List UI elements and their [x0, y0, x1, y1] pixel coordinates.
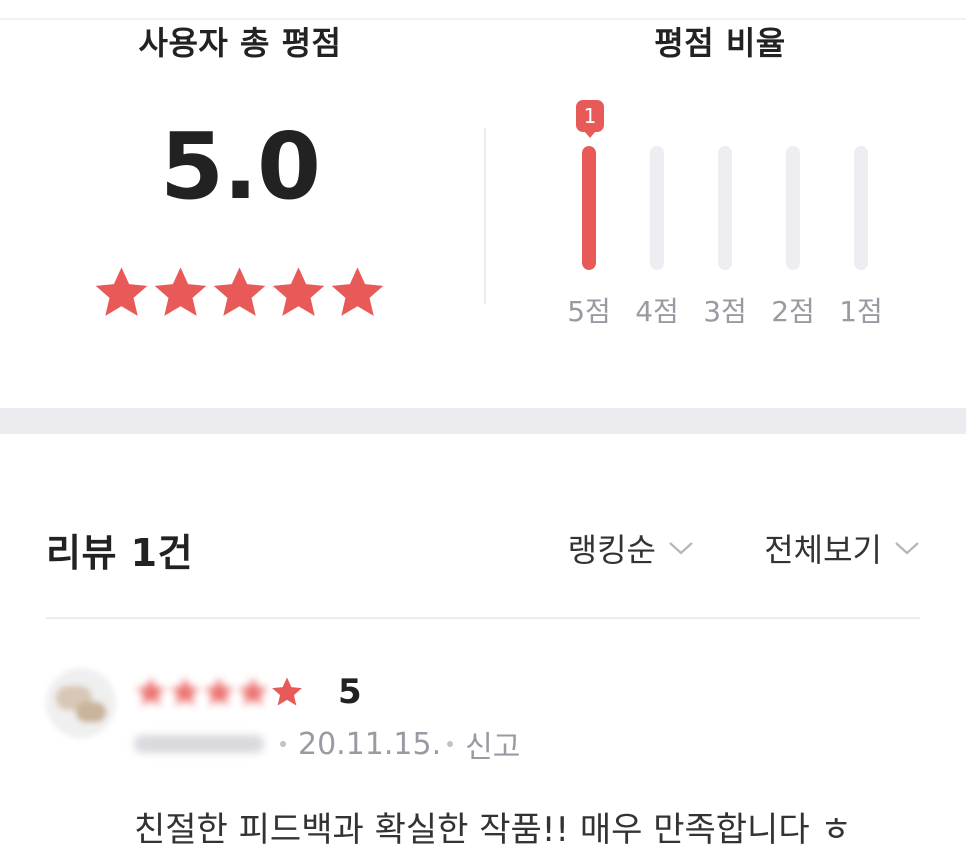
sort-label: 랭킹순	[567, 531, 656, 569]
bar-track	[582, 146, 596, 270]
star-icon	[154, 267, 207, 316]
rating-bars: 1 5점 4점 3점 2점 1점	[562, 100, 902, 330]
average-score: 5.0	[160, 113, 321, 220]
rating-bar-4: 4점	[630, 100, 684, 330]
review-stars	[134, 674, 304, 710]
bar-label: 3점	[703, 295, 747, 328]
star-icon	[136, 677, 166, 706]
bar-label: 5점	[567, 295, 611, 328]
bar-track	[718, 146, 732, 270]
filter-label: 전체보기	[764, 531, 882, 569]
section-separator	[0, 408, 966, 434]
rating-ratio-title: 평점 비율	[654, 24, 786, 62]
rating-bar-3: 3점	[698, 100, 752, 330]
star-icon	[170, 677, 200, 706]
review-date: 20.11.15.	[298, 726, 442, 762]
summary-divider	[484, 128, 486, 304]
bar-track	[854, 146, 868, 270]
review-item: 5 20.11.15. 신고 친절한 피드백과 확실한 작품!! 매우 만족합니…	[46, 660, 920, 852]
star-icon	[272, 267, 325, 316]
star-icon	[204, 677, 234, 706]
reviews-count-title: 리뷰 1건	[46, 531, 194, 575]
chevron-down-icon	[895, 542, 919, 555]
star-icon	[272, 677, 302, 706]
sort-dropdown[interactable]: 랭킹순	[568, 526, 694, 570]
chevron-down-icon	[669, 542, 693, 555]
avatar	[46, 668, 116, 738]
star-icon	[331, 267, 384, 316]
star-icon	[238, 677, 268, 706]
review-text: 친절한 피드백과 확실한 작품!! 매우 만족합니다 ㅎ	[134, 810, 852, 850]
rating-bar-1: 1점	[834, 100, 888, 330]
total-rating-panel: 사용자 총 평점 5.0	[40, 18, 440, 338]
filter-dropdown[interactable]: 전체보기	[764, 526, 920, 570]
total-rating-title: 사용자 총 평점	[138, 24, 342, 62]
count-badge: 1	[576, 100, 604, 138]
reviews-header: 리뷰 1건 랭킹순 전체보기	[46, 518, 920, 578]
star-icon	[213, 267, 266, 316]
report-link[interactable]: 신고	[465, 722, 520, 766]
rating-summary: 사용자 총 평점 5.0 평점 비율 1 5점 4점 3점 2점 1점	[0, 0, 966, 410]
bar-fill	[582, 146, 596, 270]
avatar-blob	[76, 702, 106, 722]
average-stars	[92, 263, 392, 327]
star-icon	[95, 267, 148, 316]
review-score: 5	[338, 672, 362, 712]
bar-label: 1점	[839, 295, 883, 328]
rating-bar-2: 2점	[766, 100, 820, 330]
separator-dot	[280, 741, 286, 747]
bar-track	[786, 146, 800, 270]
author-name-redacted	[134, 735, 264, 753]
rating-bar-5: 1 5점	[562, 100, 616, 330]
rating-ratio-panel: 평점 비율 1 5점 4점 3점 2점 1점	[540, 18, 900, 338]
bar-track	[650, 146, 664, 270]
bar-label: 2점	[771, 295, 815, 328]
bar-label: 4점	[635, 295, 679, 328]
list-divider	[46, 617, 920, 619]
review-meta: 20.11.15. 신고	[134, 722, 520, 766]
separator-dot	[447, 741, 454, 747]
